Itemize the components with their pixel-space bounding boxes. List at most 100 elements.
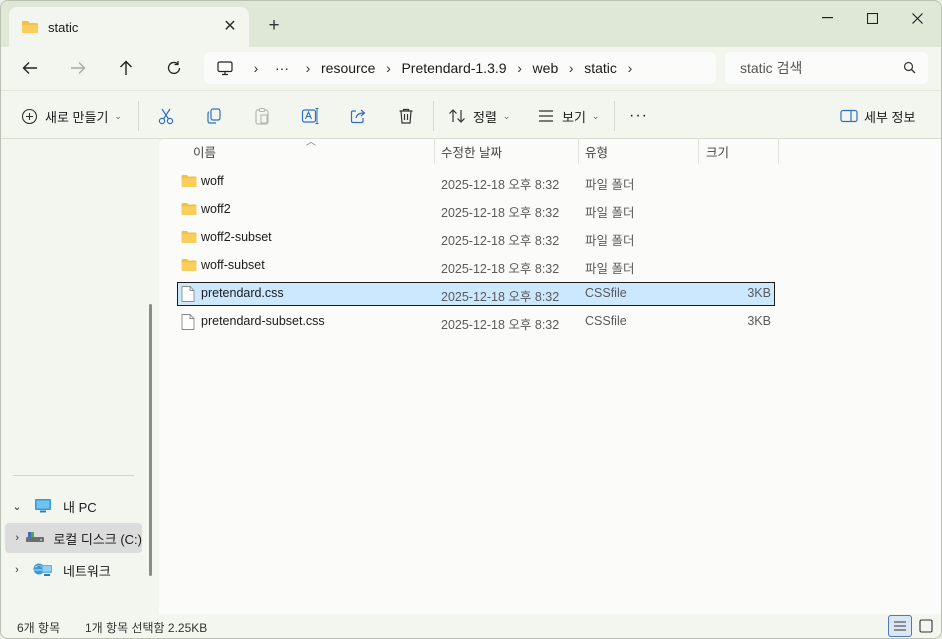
paste-button[interactable] (252, 103, 272, 129)
file-list[interactable]: 이름 ︿ 수정한 날짜 유형 크기 woff 2025-12-18 오후 8:3… (159, 137, 941, 614)
list-item[interactable]: pretendard-subset.css 2025-12-18 오후 8:32… (177, 310, 775, 334)
list-item[interactable]: woff2 2025-12-18 오후 8:32 파일 폴더 (177, 198, 775, 222)
list-view-icon (536, 106, 556, 126)
copy-icon (204, 106, 224, 126)
network-icon (33, 562, 55, 578)
file-name: woff (201, 174, 224, 188)
folder-icon (181, 258, 197, 274)
tiles-view-button[interactable] (914, 615, 938, 637)
breadcrumb-web[interactable]: web (533, 60, 559, 76)
sidebar-item-label: 네트워크 (63, 563, 111, 579)
details-pane-button[interactable]: 세부 정보 (839, 103, 915, 129)
more-options-button[interactable]: ··· (629, 103, 648, 129)
tab-static[interactable]: static ✕ (9, 7, 249, 47)
column-divider[interactable] (778, 139, 779, 164)
breadcrumb-static[interactable]: static (584, 60, 617, 76)
breadcrumb-resource[interactable]: resource (321, 60, 375, 76)
column-header-size[interactable]: 크기 (706, 139, 729, 164)
details-label: 세부 정보 (864, 109, 916, 125)
refresh-button[interactable] (159, 55, 189, 81)
file-type: 파일 폴더 (585, 178, 635, 192)
file-date: 2025-12-18 오후 8:32 (441, 290, 560, 304)
file-type: 파일 폴더 (585, 234, 635, 248)
chevron-right-icon[interactable]: › (558, 60, 584, 76)
view-label: 보기 (562, 109, 586, 125)
folder-icon (181, 202, 197, 218)
breadcrumb-pretendard[interactable]: Pretendard-1.3.9 (401, 60, 506, 76)
details-pane-icon (839, 106, 859, 126)
pc-icon (33, 498, 55, 514)
up-button[interactable] (111, 55, 141, 81)
column-header-date[interactable]: 수정한 날짜 (441, 139, 502, 164)
minimize-button[interactable] (804, 7, 850, 29)
file-explorer-window: static ✕ + › ··· › resource › Pretendard… (0, 0, 942, 639)
search-input[interactable]: static 검색 (725, 52, 928, 84)
navigation-pane[interactable]: ⌄ 내 PC › 로컬 디스크 (C:) › 네트워크 (1, 139, 159, 614)
chevron-right-icon[interactable]: › (617, 60, 643, 76)
chevron-right-icon[interactable]: › (5, 532, 21, 544)
chevron-right-icon[interactable]: › (507, 60, 533, 76)
list-item[interactable]: woff2-subset 2025-12-18 오후 8:32 파일 폴더 (177, 226, 775, 250)
sidebar-item-local-disk[interactable]: › 로컬 디스크 (C:) (5, 523, 142, 553)
file-name: pretendard-subset.css (201, 314, 325, 328)
close-window-button[interactable] (894, 7, 940, 29)
close-tab-icon[interactable]: ✕ (221, 18, 239, 36)
column-header-name[interactable]: 이름 (193, 139, 216, 164)
divider (433, 101, 434, 131)
column-divider[interactable] (698, 139, 699, 164)
copy-button[interactable] (204, 103, 224, 129)
file-date: 2025-12-18 오후 8:32 (441, 262, 560, 276)
address-bar[interactable]: › ··· › resource › Pretendard-1.3.9 › we… (204, 52, 716, 84)
share-button[interactable] (348, 103, 368, 129)
cut-button[interactable] (156, 103, 176, 129)
chevron-right-icon[interactable]: › (375, 60, 401, 76)
divider (138, 101, 139, 131)
sort-icon (447, 106, 467, 126)
sidebar-scrollbar[interactable] (149, 304, 152, 576)
new-button[interactable]: 새로 만들기 ⌄ (19, 103, 122, 129)
column-divider[interactable] (434, 139, 435, 164)
column-header-type[interactable]: 유형 (585, 139, 608, 164)
folder-icon (181, 230, 197, 246)
scissors-icon (156, 106, 176, 126)
status-bar: 6개 항목 1개 항목 선택함 2.25KB (1, 614, 941, 638)
column-divider[interactable] (578, 139, 579, 164)
sort-ascending-icon: ︿ (306, 137, 316, 148)
details-view-button[interactable] (888, 615, 912, 637)
delete-button[interactable] (396, 103, 416, 129)
file-icon (181, 286, 197, 302)
breadcrumb-overflow[interactable]: ··· (275, 60, 289, 76)
add-circle-icon (19, 106, 39, 126)
file-type: 파일 폴더 (585, 206, 635, 220)
search-icon (903, 61, 916, 77)
new-tab-button[interactable]: + (263, 15, 285, 37)
file-date: 2025-12-18 오후 8:32 (441, 206, 560, 220)
chevron-right-icon[interactable]: › (295, 60, 321, 76)
maximize-button[interactable] (849, 7, 895, 29)
file-date: 2025-12-18 오후 8:32 (441, 318, 560, 332)
clipboard-icon (252, 106, 272, 126)
chevron-down-icon[interactable]: ⌄ (5, 500, 29, 513)
chevron-right-icon[interactable]: › (5, 564, 29, 576)
sort-button[interactable]: 정렬 ⌄ (447, 103, 510, 129)
file-date: 2025-12-18 오후 8:32 (441, 234, 560, 248)
forward-button[interactable] (63, 55, 93, 81)
file-name: pretendard.css (201, 286, 284, 300)
file-name: woff2 (201, 202, 231, 216)
rename-button[interactable] (300, 103, 320, 129)
list-item[interactable]: woff 2025-12-18 오후 8:32 파일 폴더 (177, 170, 775, 194)
list-item-selected[interactable]: pretendard.css 2025-12-18 오후 8:32 CSSfil… (177, 282, 775, 306)
chevron-right-icon[interactable]: › (243, 60, 269, 76)
view-button[interactable]: 보기 ⌄ (536, 103, 599, 129)
sidebar-item-this-pc[interactable]: ⌄ 내 PC (5, 491, 142, 521)
list-item[interactable]: woff-subset 2025-12-18 오후 8:32 파일 폴더 (177, 254, 775, 278)
sidebar-item-label: 로컬 디스크 (C:) (53, 531, 142, 547)
back-button[interactable] (15, 55, 45, 81)
file-name: woff-subset (201, 258, 265, 272)
sidebar-item-label: 내 PC (63, 499, 97, 515)
pc-icon (217, 60, 233, 76)
trash-icon (396, 106, 416, 126)
file-size: 3KB (747, 314, 771, 328)
sidebar-item-network[interactable]: › 네트워크 (5, 555, 142, 585)
folder-icon (181, 174, 197, 190)
